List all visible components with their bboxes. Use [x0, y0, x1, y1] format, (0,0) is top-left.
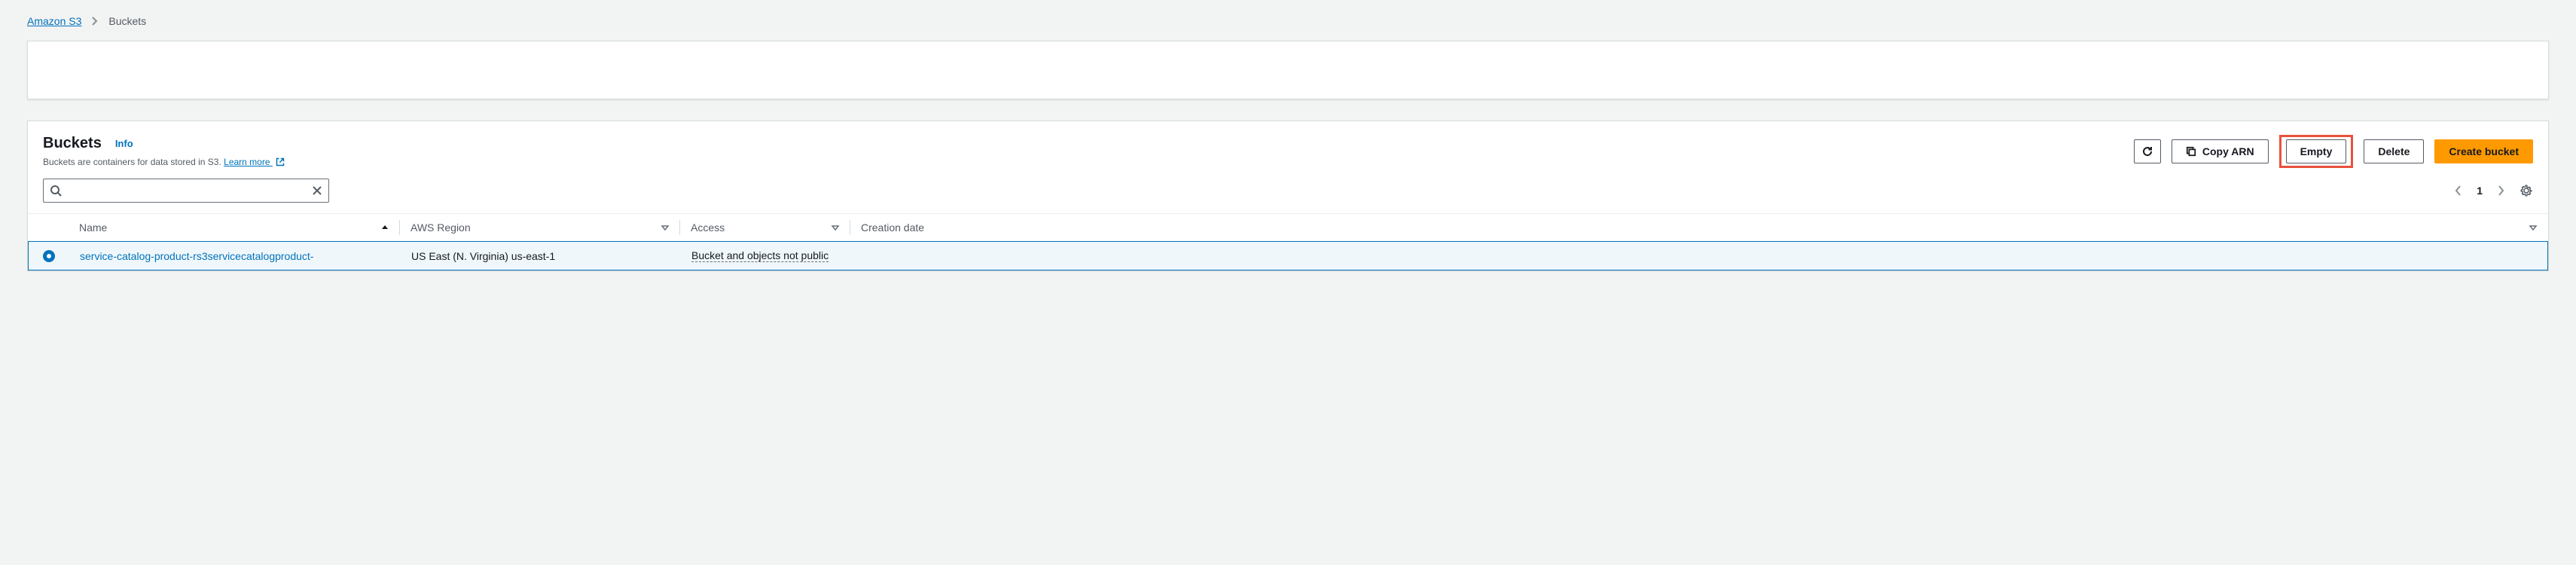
settings-button[interactable]	[2520, 184, 2533, 197]
action-bar: Copy ARN Empty Delete Create bucket	[2134, 135, 2533, 168]
clear-search-button[interactable]	[312, 185, 322, 196]
empty-button[interactable]: Empty	[2286, 139, 2347, 163]
empty-button-highlight: Empty	[2279, 135, 2354, 168]
column-access[interactable]: Access	[680, 214, 850, 241]
create-bucket-button[interactable]: Create bucket	[2434, 139, 2533, 163]
cell-access: Bucket and objects not public	[681, 242, 851, 270]
breadcrumb: Amazon S3 Buckets	[27, 15, 2549, 27]
notification-banner	[27, 41, 2549, 99]
page-subtitle: Buckets are containers for data stored i…	[43, 157, 285, 167]
column-region[interactable]: AWS Region	[400, 214, 680, 241]
filter-icon	[831, 223, 840, 232]
column-select	[28, 214, 69, 241]
page-title: Buckets	[43, 135, 102, 152]
delete-button[interactable]: Delete	[2364, 139, 2424, 163]
table-header-row: Name AWS Region Access	[28, 214, 2548, 241]
learn-more-link[interactable]: Learn more	[224, 157, 285, 167]
sort-asc-icon	[380, 223, 389, 232]
breadcrumb-current: Buckets	[108, 15, 146, 27]
radio-selected-icon	[43, 250, 55, 262]
bucket-name-link[interactable]: service-catalog-product-rs3servicecatalo…	[80, 250, 313, 262]
cell-region: US East (N. Virginia) us-east-1	[401, 242, 681, 270]
copy-arn-button[interactable]: Copy ARN	[2172, 139, 2269, 163]
filter-icon	[2529, 223, 2538, 232]
prev-page-button[interactable]	[2455, 185, 2462, 196]
page-number: 1	[2477, 185, 2483, 197]
cell-name: service-catalog-product-rs3servicecatalo…	[69, 242, 401, 270]
column-name[interactable]: Name	[69, 214, 400, 241]
search-input[interactable]	[43, 179, 329, 203]
refresh-button[interactable]	[2134, 139, 2161, 163]
cell-creation-date	[851, 242, 2547, 270]
info-link[interactable]: Info	[115, 138, 133, 149]
pagination: 1	[2455, 184, 2533, 197]
filter-icon	[661, 223, 670, 232]
refresh-icon	[2141, 145, 2153, 157]
copy-icon	[2186, 146, 2196, 157]
next-page-button[interactable]	[2498, 185, 2504, 196]
buckets-table: Name AWS Region Access	[28, 213, 2548, 270]
buckets-panel: Buckets Info Buckets are containers for …	[27, 121, 2549, 271]
search-icon	[50, 185, 62, 197]
row-select-radio[interactable]	[29, 242, 69, 270]
table-row[interactable]: service-catalog-product-rs3servicecatalo…	[28, 241, 2548, 270]
column-creation-date[interactable]: Creation date	[850, 214, 2548, 241]
gear-icon	[2520, 184, 2533, 197]
breadcrumb-root-link[interactable]: Amazon S3	[27, 15, 81, 27]
search-field	[43, 179, 329, 203]
chevron-right-icon	[92, 17, 98, 26]
